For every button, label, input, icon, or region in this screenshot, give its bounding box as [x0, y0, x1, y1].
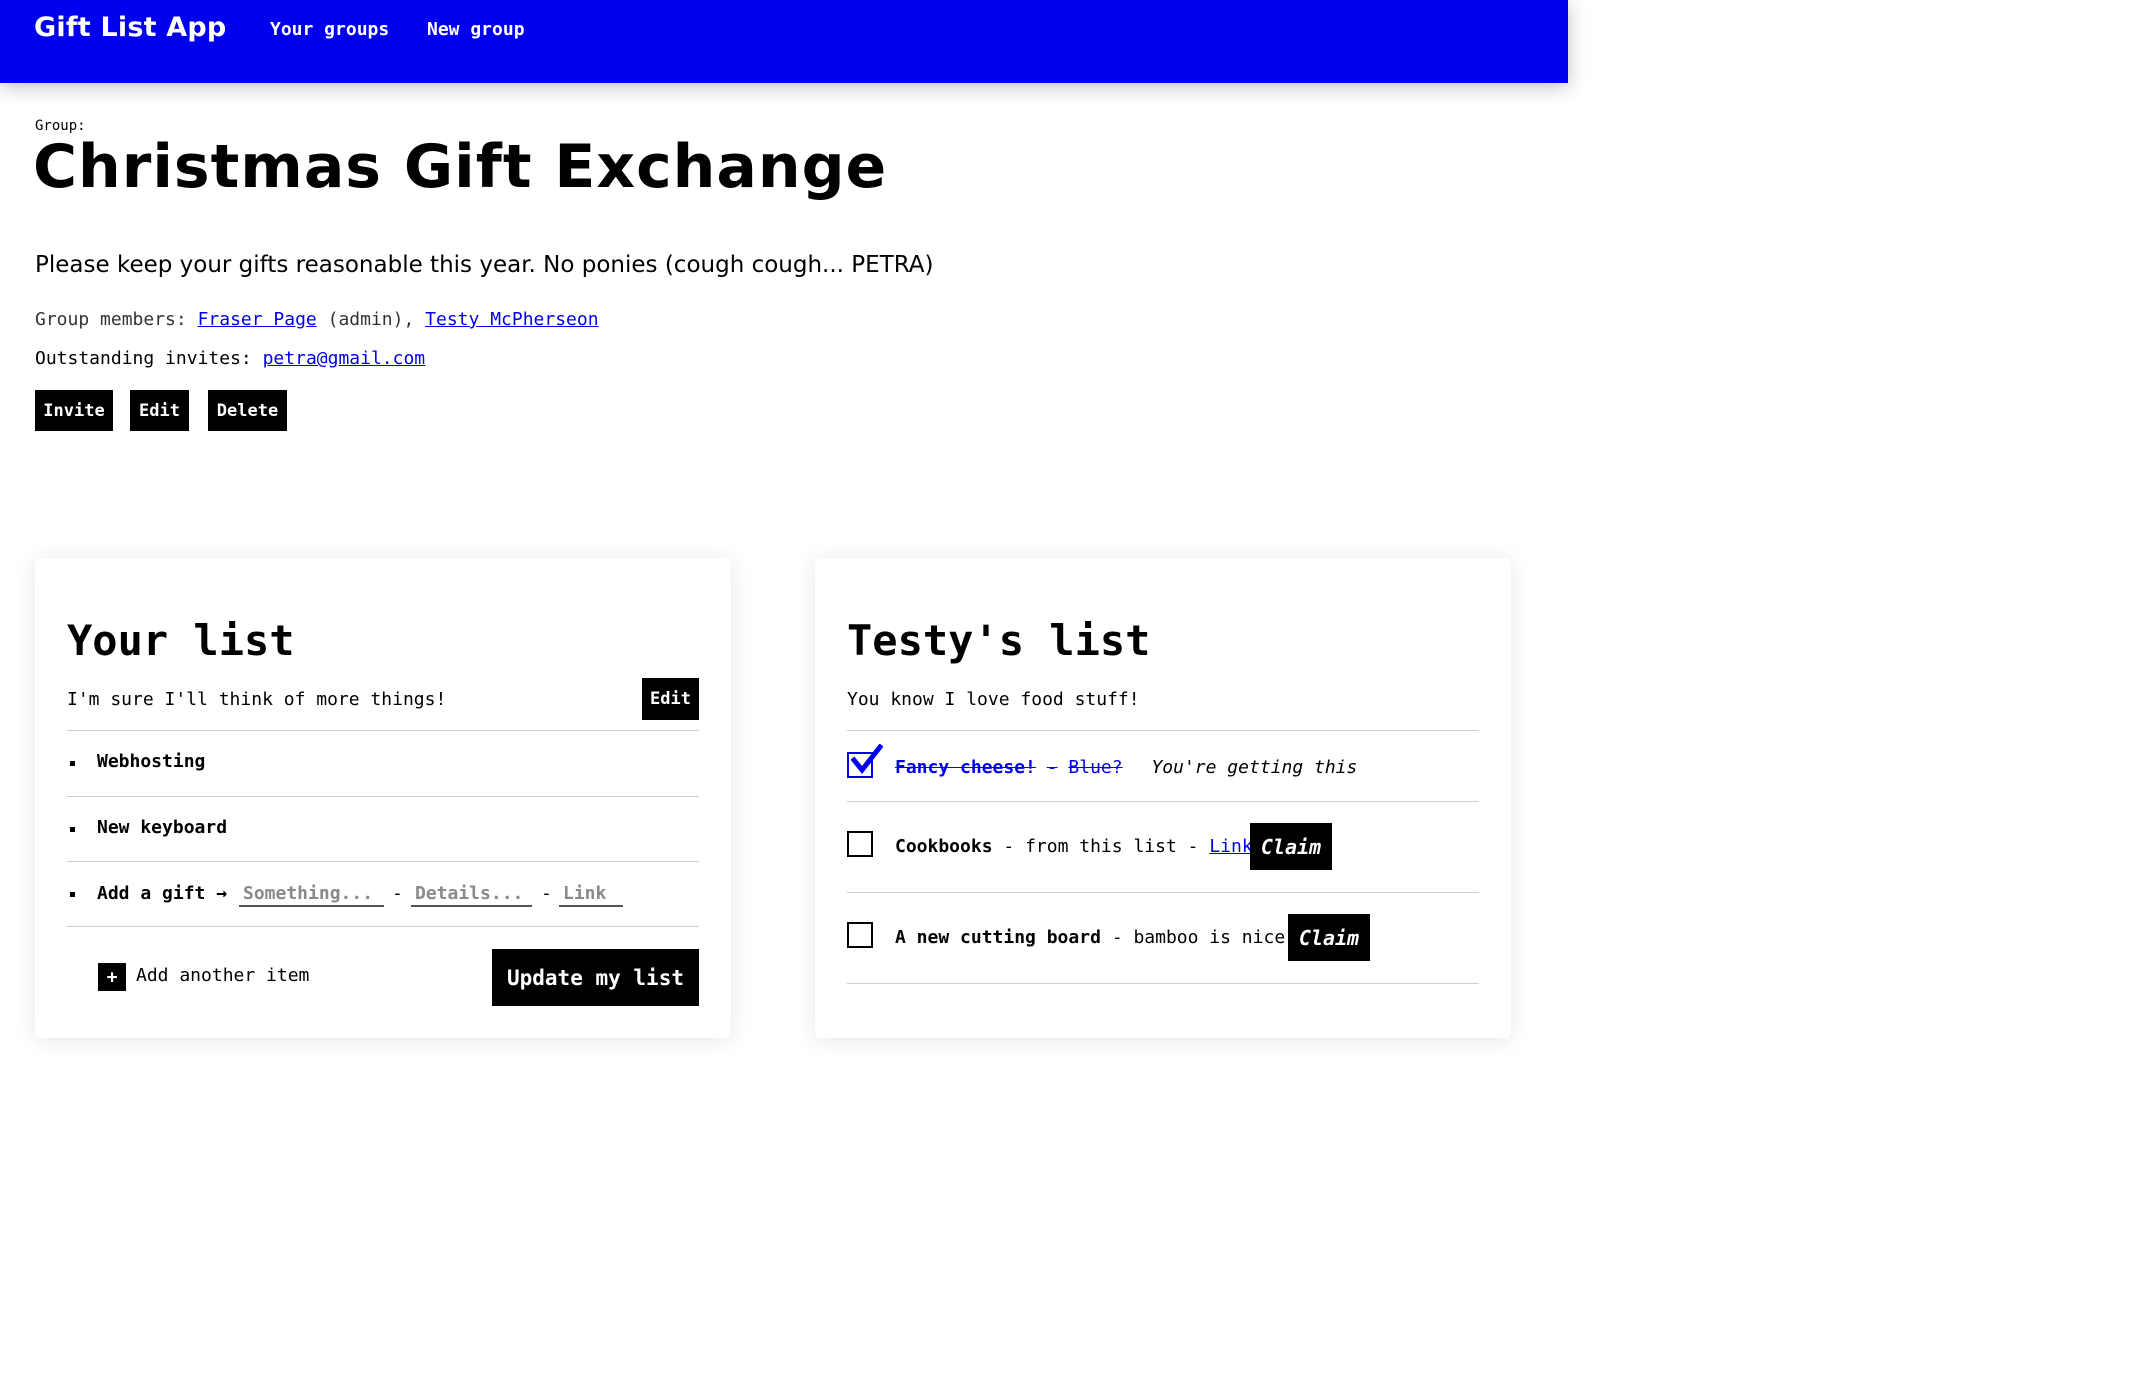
invite-button[interactable]: Invite	[35, 390, 113, 431]
gift-name: A new cutting board	[895, 927, 1101, 948]
check-icon	[851, 744, 883, 774]
your-list-description: I'm sure I'll think of more things!	[67, 689, 447, 710]
group-members: Group members: Fraser Page (admin), Test…	[35, 309, 599, 330]
add-gift-label: Add a gift →	[97, 883, 228, 904]
page-title: Christmas Gift Exchange	[33, 132, 888, 202]
divider	[67, 796, 699, 797]
members-comma: ,	[403, 309, 415, 330]
gift-separator: -	[1046, 757, 1058, 778]
members-label: Group members:	[35, 309, 187, 330]
testy-list-description: You know I love food stuff!	[847, 689, 1140, 710]
bullet	[70, 892, 75, 897]
gift-details: bamboo is nice	[1133, 927, 1286, 948]
bullet	[70, 761, 75, 766]
gift-details: from this list	[1025, 836, 1177, 857]
invites-label: Outstanding invites:	[35, 348, 252, 369]
divider	[847, 892, 1479, 893]
list-item: New keyboard	[97, 817, 228, 838]
gift-checkbox[interactable]	[847, 922, 873, 948]
gift-details-input[interactable]	[411, 881, 532, 907]
claim-button[interactable]: Claim	[1288, 914, 1370, 961]
gift-row: Cookbooks - from this list - Link	[895, 836, 1253, 857]
divider	[67, 861, 699, 862]
gift-details: Blue?	[1068, 757, 1123, 778]
add-another-item-link[interactable]: Add another item	[136, 965, 309, 986]
separator: -	[541, 883, 552, 904]
gift-checkbox[interactable]	[847, 831, 873, 857]
testy-list-card: Testy's list You know I love food stuff!…	[815, 558, 1511, 1038]
gift-row: A new cutting board - bamboo is nice	[895, 927, 1285, 948]
outstanding-invites: Outstanding invites: petra@gmail.com	[35, 348, 425, 369]
gift-separator: -	[1003, 836, 1015, 857]
delete-group-button[interactable]: Delete	[208, 390, 287, 431]
gift-name: Cookbooks	[895, 836, 993, 857]
divider	[847, 801, 1479, 802]
invite-email-link[interactable]: petra@gmail.com	[263, 348, 426, 369]
bullet	[70, 827, 75, 832]
divider	[847, 983, 1479, 984]
edit-list-button[interactable]: Edit	[642, 678, 699, 720]
separator: -	[392, 883, 403, 904]
edit-group-button[interactable]: Edit	[130, 390, 189, 431]
gift-row-claimed: Fancy cheese! - Blue? You're getting thi…	[895, 757, 1357, 778]
member-link-fraser[interactable]: Fraser Page	[198, 309, 317, 330]
your-list-card: Your list I'm sure I'll think of more th…	[35, 558, 731, 1038]
gift-link[interactable]: Link	[1209, 836, 1252, 857]
gift-name: Fancy cheese!	[895, 757, 1036, 778]
brand-logo-link[interactable]: Gift List App	[34, 12, 226, 43]
plus-icon[interactable]: +	[98, 963, 126, 991]
gift-separator: -	[1187, 836, 1199, 857]
list-item: Webhosting	[97, 751, 206, 772]
divider	[67, 926, 699, 927]
update-list-button[interactable]: Update my list	[492, 949, 699, 1006]
testy-list-title: Testy's list	[847, 616, 1151, 665]
group-description: Please keep your gifts reasonable this y…	[35, 252, 934, 278]
divider	[847, 730, 1479, 731]
member-link-testy[interactable]: Testy McPherseon	[425, 309, 598, 330]
claim-status: You're getting this	[1151, 757, 1358, 778]
claim-button[interactable]: Claim	[1250, 823, 1332, 870]
gift-link-input[interactable]	[559, 881, 623, 907]
nav-new-group[interactable]: New group	[427, 19, 525, 40]
your-list-title: Your list	[67, 616, 295, 665]
nav-your-groups[interactable]: Your groups	[270, 19, 389, 40]
gift-separator: -	[1111, 927, 1123, 948]
gift-name-input[interactable]	[239, 881, 384, 907]
member-role: (admin)	[327, 309, 404, 330]
top-nav-bar: Gift List App Your groups New group	[0, 0, 1568, 83]
divider	[67, 730, 699, 731]
